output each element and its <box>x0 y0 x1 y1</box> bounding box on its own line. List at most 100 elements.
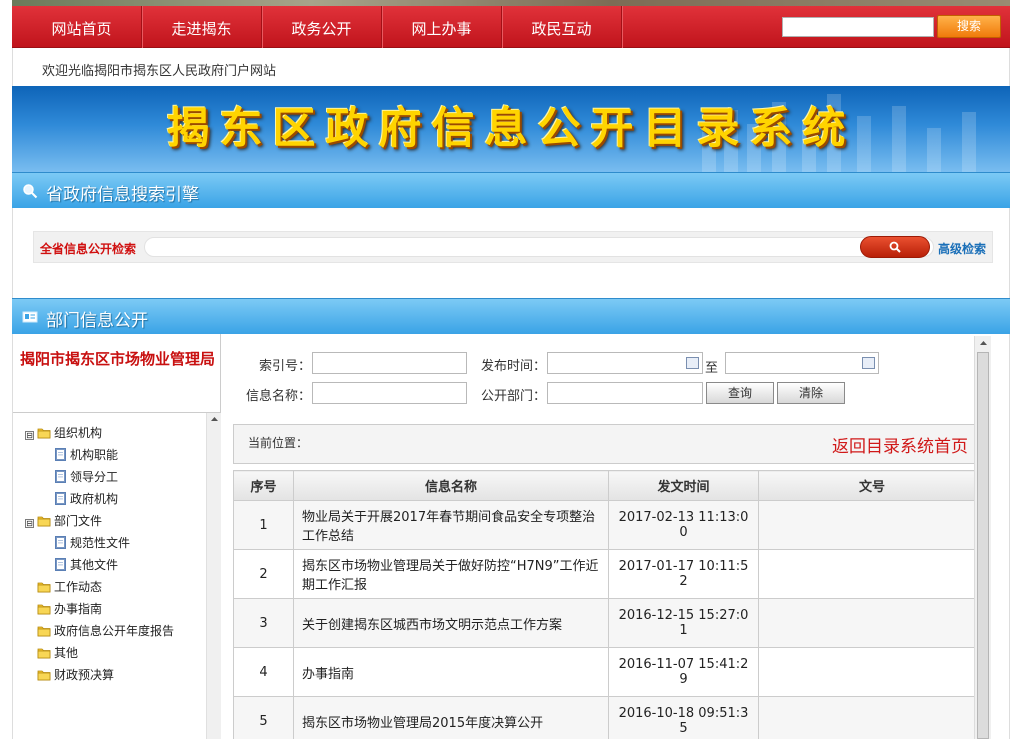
dept-section-title: 部门信息公开 <box>46 311 148 331</box>
id-card-icon <box>22 311 38 323</box>
advanced-search-link[interactable]: 高级检索 <box>938 240 986 257</box>
engine-section-header: 省政府信息搜索引擎 <box>12 172 1010 208</box>
folder-icon <box>37 516 51 527</box>
tree-item[interactable]: 办事指南 <box>37 599 102 619</box>
folder-icon <box>37 670 51 681</box>
tree-item-label: 组织机构 <box>54 426 103 440</box>
end-date-input[interactable] <box>725 352 879 374</box>
scrollbar-thumb[interactable] <box>977 352 989 739</box>
search-icon <box>889 241 901 253</box>
site-search-input[interactable] <box>782 17 934 37</box>
tree-item-label: 工作动态 <box>54 580 103 594</box>
dept-input[interactable] <box>547 382 703 404</box>
engine-panel: 全省信息公开检索 高级检索 <box>12 208 1010 298</box>
tree-item-label: 领导分工 <box>70 470 119 484</box>
cell-info-name[interactable]: 办事指南 <box>293 647 609 697</box>
date-range-separator: 至 <box>705 361 719 376</box>
nav-online-service[interactable]: 网上办事 <box>382 6 502 48</box>
cell-doc-no <box>758 696 986 739</box>
main-nav: 网站首页 走进揭东 政务公开 网上办事 政民互动 搜索 <box>12 6 1010 48</box>
tree-item[interactable]: 领导分工 <box>55 467 118 487</box>
engine-label: 全省信息公开检索 <box>40 242 137 256</box>
document-icon <box>55 470 66 483</box>
nav-interaction[interactable]: 政民互动 <box>502 6 622 48</box>
location-bar: 当前位置： 返回目录系统首页 <box>233 424 985 464</box>
tree-item[interactable]: 机构职能 <box>55 445 118 465</box>
folder-icon <box>37 428 51 439</box>
nav-about[interactable]: 走进揭东 <box>142 6 262 48</box>
engine-search-button[interactable] <box>860 236 930 258</box>
tree-item[interactable]: 规范性文件 <box>55 533 130 553</box>
results-table: 序号 信息名称 发文时间 文号 1 物业局关于开展2017年春节期间食品安全专项整… <box>233 470 986 739</box>
scroll-up-icon[interactable] <box>975 336 992 350</box>
tree-item[interactable]: ⊟ 部门文件 <box>25 511 102 531</box>
table-header-row: 序号 信息名称 发文时间 文号 <box>233 470 986 501</box>
content-scrollbar[interactable] <box>974 336 991 739</box>
calendar-icon[interactable] <box>862 357 875 369</box>
site-search-button[interactable]: 搜索 <box>937 15 1001 38</box>
tree-item-label: 政府机构 <box>70 492 119 506</box>
document-icon <box>55 558 66 571</box>
tree-item-label: 规范性文件 <box>70 536 131 550</box>
folder-icon <box>37 582 51 593</box>
nav-gov-affairs[interactable]: 政务公开 <box>262 6 382 48</box>
info-name-input[interactable] <box>312 382 467 404</box>
tree-item[interactable]: ⊟ 组织机构 <box>25 423 102 443</box>
right-panel: 索引号： 发布时间： 至 信息名称： 公开部门： 查询 清除 当前位置： 返回目… <box>221 334 1010 739</box>
document-icon <box>55 448 66 461</box>
cell-date: 2016-11-07 15:41:29 <box>608 647 759 697</box>
cell-info-name[interactable]: 揭东区市场物业管理局2015年度决算公开 <box>293 696 609 739</box>
cell-date: 2016-10-18 09:51:35 <box>608 696 759 739</box>
collapse-toggle-icon[interactable]: ⊟ <box>25 519 34 528</box>
table-row[interactable]: 4 办事指南 2016-11-07 15:41:29 <box>233 647 986 697</box>
col-header-date: 发文时间 <box>608 470 759 501</box>
tree-item-label: 办事指南 <box>54 602 103 616</box>
table-row[interactable]: 1 物业局关于开展2017年春节期间食品安全专项整治工作总结 2017-02-13 … <box>233 500 986 550</box>
cell-index: 2 <box>233 549 294 599</box>
clear-button[interactable]: 清除 <box>777 382 845 404</box>
scroll-up-icon[interactable] <box>207 413 222 425</box>
table-row[interactable]: 3 关于创建揭东区城西市场文明示范点工作方案 2016-12-15 15:27:01 <box>233 598 986 648</box>
engine-search-input[interactable] <box>144 237 934 257</box>
cell-info-name[interactable]: 物业局关于开展2017年春节期间食品安全专项整治工作总结 <box>293 500 609 550</box>
cell-doc-no <box>758 549 986 599</box>
tree-scrollbar[interactable] <box>206 413 221 739</box>
tree-item[interactable]: 财政预决算 <box>37 665 114 685</box>
calendar-icon[interactable] <box>686 357 699 369</box>
dept-section-header: 部门信息公开 <box>12 298 1010 334</box>
tree-item[interactable]: 其他 <box>37 643 78 663</box>
collapse-toggle-icon[interactable]: ⊟ <box>25 431 34 440</box>
tree-item[interactable]: 政府信息公开年度报告 <box>37 621 174 641</box>
nav-home[interactable]: 网站首页 <box>22 6 142 48</box>
banner-title: 揭东区政府信息公开目录系统 <box>166 104 856 154</box>
engine-section-title: 省政府信息搜索引擎 <box>46 185 199 205</box>
left-panel: 揭阳市揭东区市场物业管理局 ⊟ 组织机构 机构职能 领导分工 政府机构 ⊟ 部门文件 规范性文… <box>12 334 222 739</box>
folder-icon <box>37 604 51 615</box>
cell-info-name[interactable]: 关于创建揭东区城西市场文明示范点工作方案 <box>293 598 609 648</box>
cell-date: 2017-02-13 11:13:00 <box>608 500 759 550</box>
back-to-home-link[interactable]: 返回目录系统首页 <box>832 432 968 457</box>
query-button[interactable]: 查询 <box>706 382 774 404</box>
folder-icon <box>37 648 51 659</box>
cell-doc-no <box>758 647 986 697</box>
start-date-input[interactable] <box>547 352 703 374</box>
magnifier-icon <box>23 184 38 199</box>
tree-item[interactable]: 工作动态 <box>37 577 102 597</box>
cell-info-name[interactable]: 揭东区市场物业管理局关于做好防控“H7N9”工作近期工作汇报 <box>293 549 609 599</box>
dept-label: 公开部门： <box>481 389 547 404</box>
cell-doc-no <box>758 500 986 550</box>
location-label: 当前位置： <box>248 436 309 450</box>
cell-index: 1 <box>233 500 294 550</box>
folder-icon <box>37 626 51 637</box>
tree-item-label: 部门文件 <box>54 514 103 528</box>
table-row[interactable]: 5 揭东区市场物业管理局2015年度决算公开 2016-10-18 09:51:35 <box>233 696 986 739</box>
index-no-input[interactable] <box>312 352 467 374</box>
tree-item-label: 机构职能 <box>70 448 119 462</box>
info-name-label: 信息名称： <box>246 389 312 404</box>
cell-index: 5 <box>233 696 294 739</box>
tree-item[interactable]: 其他文件 <box>55 555 118 575</box>
table-row[interactable]: 2 揭东区市场物业管理局关于做好防控“H7N9”工作近期工作汇报 2017-01-1… <box>233 549 986 599</box>
document-icon <box>55 492 66 505</box>
document-icon <box>55 536 66 549</box>
tree-item[interactable]: 政府机构 <box>55 489 118 509</box>
